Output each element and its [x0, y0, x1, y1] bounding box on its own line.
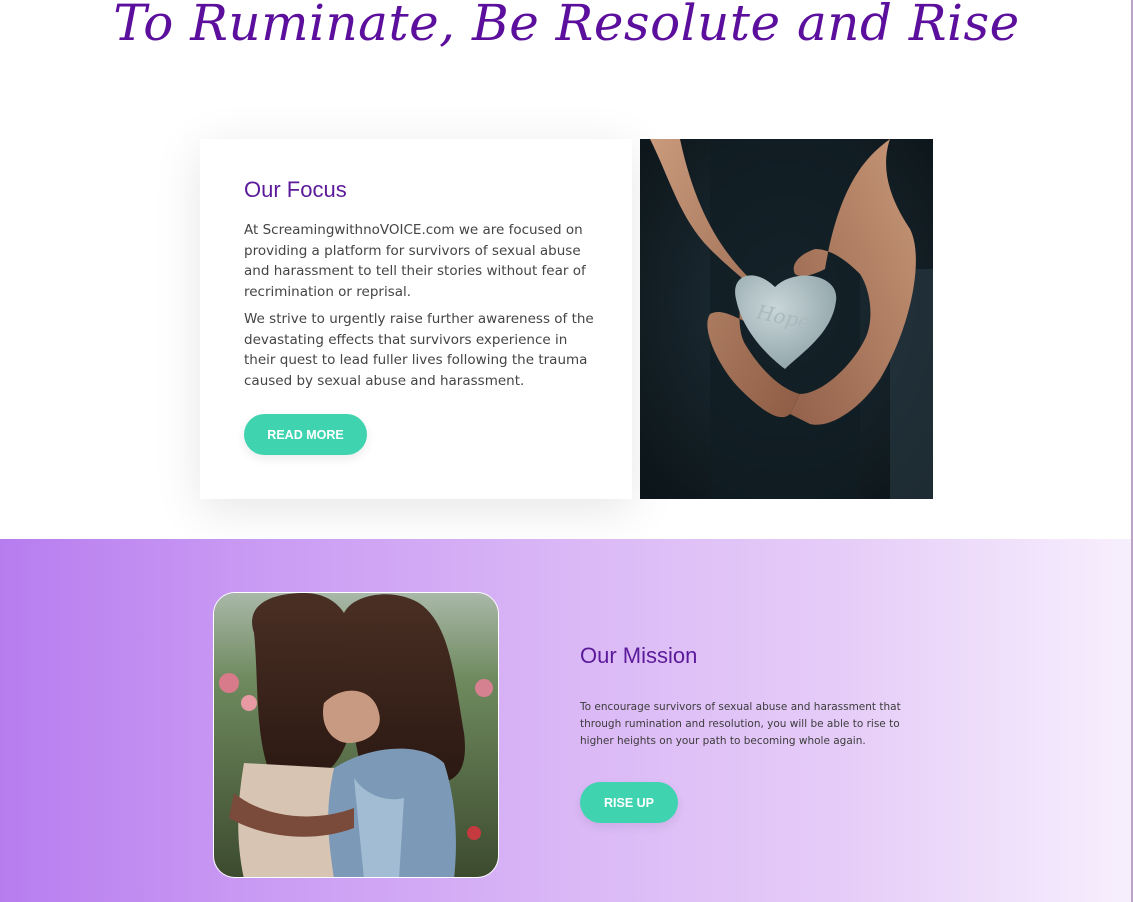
mission-section: Our Mission To encourage survivors of se…	[0, 539, 1131, 902]
focus-paragraph-1: At ScreamingwithnoVOICE.com we are focus…	[244, 222, 586, 300]
friends-embracing-photo	[213, 592, 499, 878]
focus-heading: Our Focus	[244, 177, 347, 202]
hands-heart-stone-photo: Hope	[640, 139, 933, 499]
mission-heading: Our Mission	[580, 643, 698, 668]
page-title: To Ruminate, Be Resolute and Rise	[113, 0, 1020, 52]
mission-text: To encourage survivors of sexual abuse a…	[580, 701, 901, 747]
read-more-button[interactable]: READ MORE	[244, 414, 367, 455]
focus-card: Our Focus At ScreamingwithnoVOICE.com we…	[200, 139, 632, 499]
focus-paragraph-2: We strive to urgently raise further awar…	[244, 311, 594, 389]
rise-up-button[interactable]: RISE UP	[580, 782, 678, 823]
